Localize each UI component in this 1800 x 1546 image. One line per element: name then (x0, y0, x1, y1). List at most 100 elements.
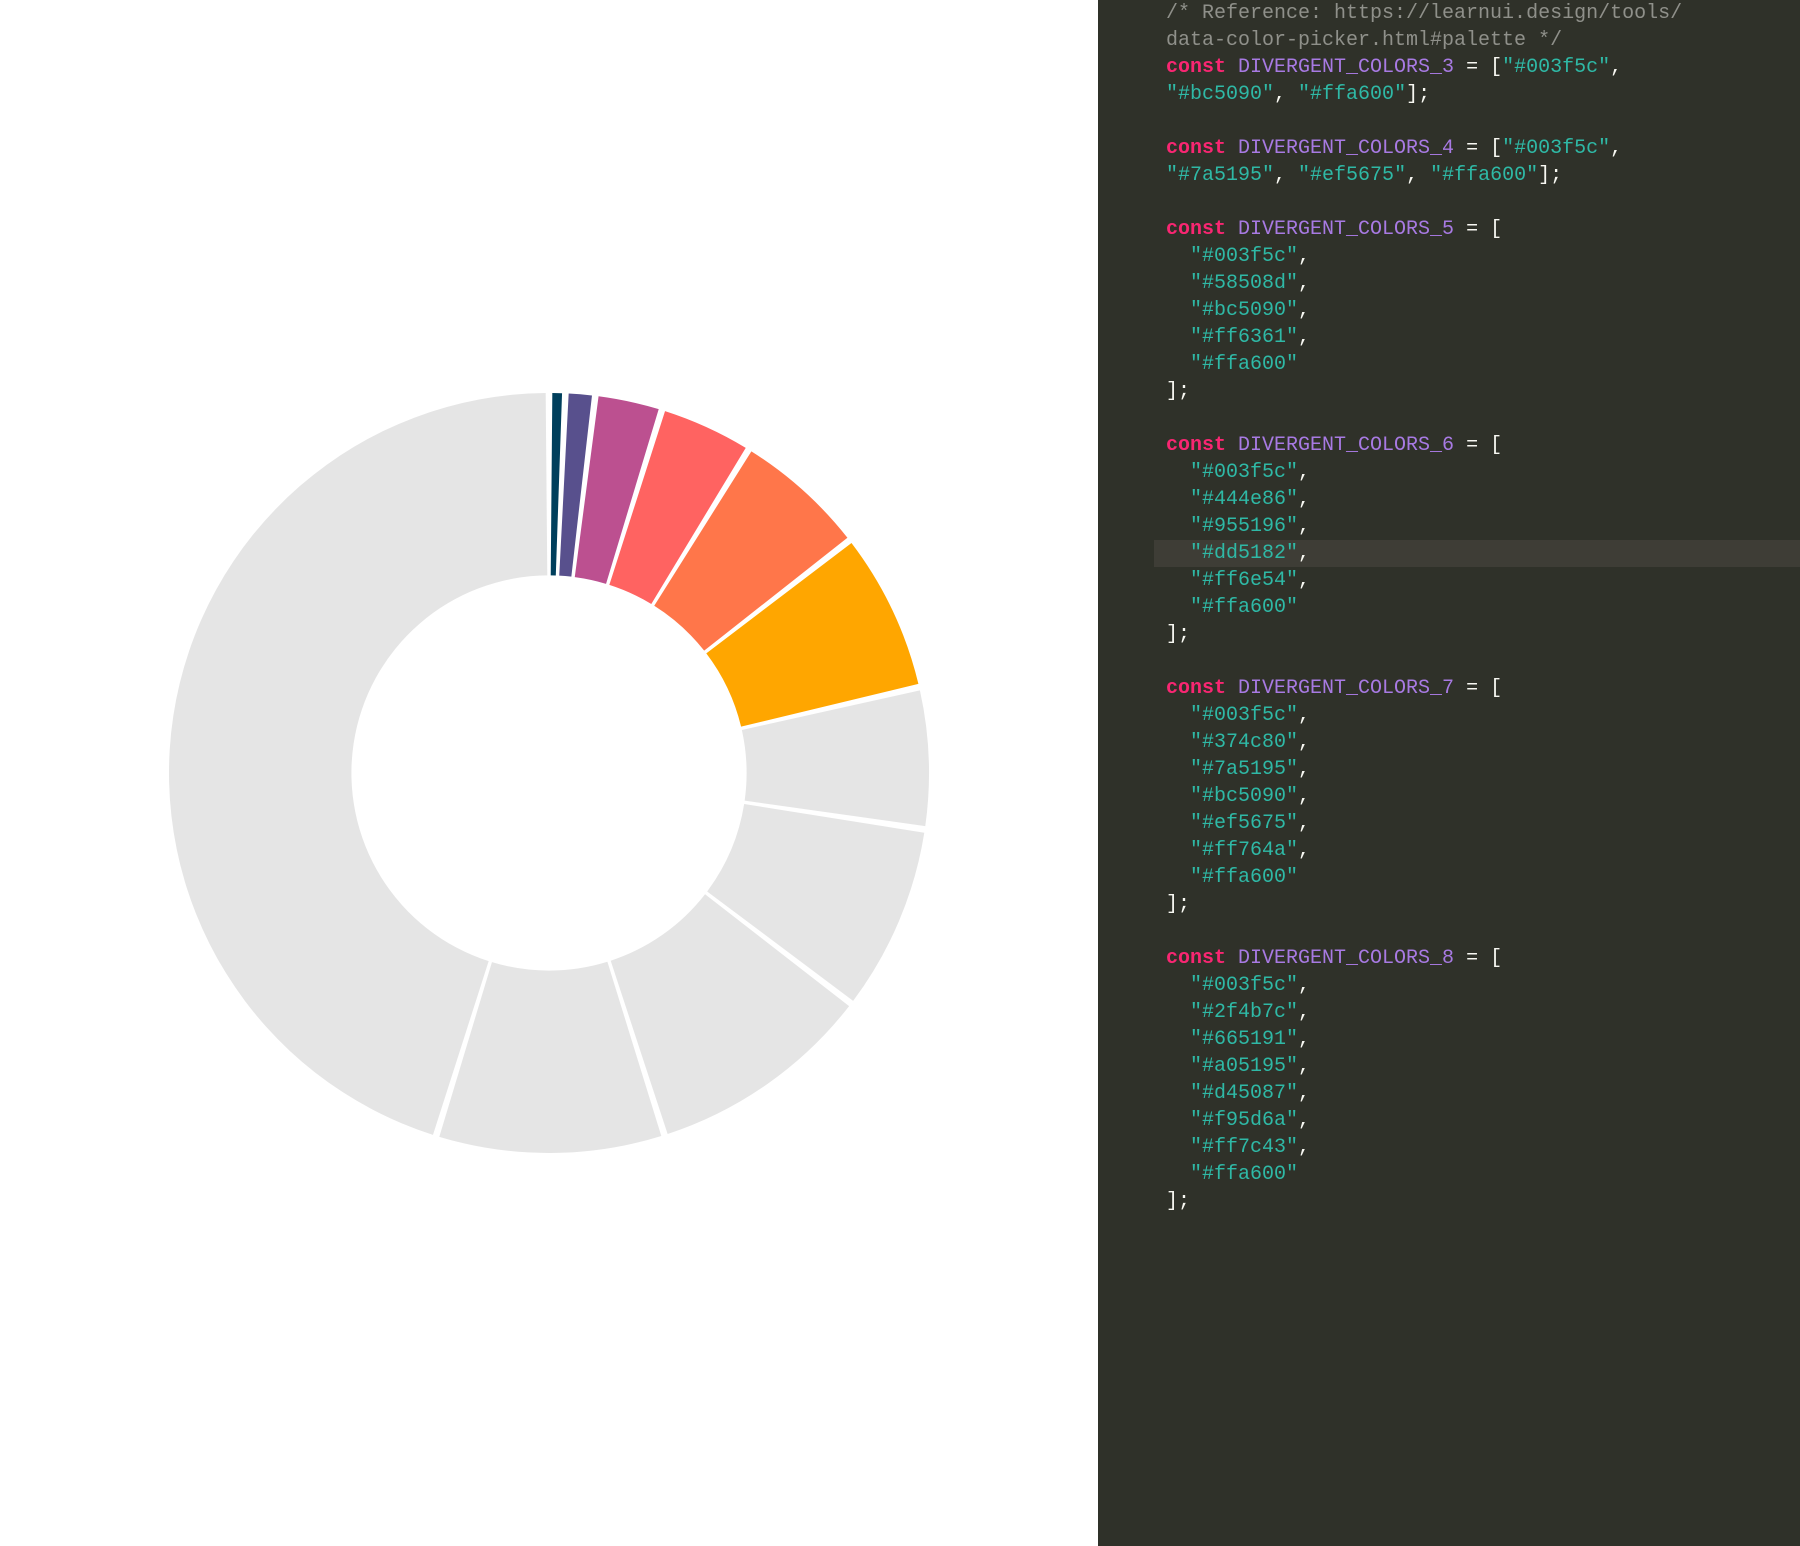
token-punct (1166, 596, 1190, 619)
code-line[interactable]: 41 "#ffa600" (1098, 1161, 1800, 1188)
code-line[interactable]: 3 (1098, 108, 1800, 135)
code-line[interactable]: 15 "#003f5c", (1098, 459, 1800, 486)
code-content[interactable]: const DIVERGENT_COLORS_7 = [ (1154, 675, 1502, 702)
code-content[interactable]: const DIVERGENT_COLORS_6 = [ (1154, 432, 1502, 459)
code-content[interactable] (1154, 108, 1166, 135)
code-line[interactable]: 20 "#ffa600" (1098, 594, 1800, 621)
code-line[interactable]: 37 "#a05195", (1098, 1053, 1800, 1080)
code-content[interactable]: "#ef5675", (1154, 810, 1310, 837)
code-line[interactable]: 8 "#58508d", (1098, 270, 1800, 297)
code-content[interactable]: "#955196", (1154, 513, 1310, 540)
code-content[interactable]: "#bc5090", (1154, 297, 1310, 324)
token-punct: ]; (1166, 380, 1190, 403)
code-line[interactable]: 19 "#ff6e54", (1098, 567, 1800, 594)
code-line[interactable]: 9 "#bc5090", (1098, 297, 1800, 324)
code-content[interactable]: "#58508d", (1154, 270, 1310, 297)
code-content[interactable] (1154, 918, 1166, 945)
code-content[interactable]: ]; (1154, 378, 1190, 405)
code-content[interactable]: /* Reference: https://learnui.design/too… (1154, 0, 1682, 27)
code-content[interactable]: "#ff7c43", (1154, 1134, 1310, 1161)
code-line[interactable]: 13 (1098, 405, 1800, 432)
code-content[interactable]: "#ffa600" (1154, 864, 1298, 891)
editor-body[interactable]: 1/* Reference: https://learnui.design/to… (1098, 0, 1800, 1215)
code-editor-pane[interactable]: 1/* Reference: https://learnui.design/to… (1098, 0, 1800, 1546)
code-content[interactable]: "#003f5c", (1154, 702, 1310, 729)
token-punct: , (1298, 1055, 1310, 1078)
code-line[interactable]: 40 "#ff7c43", (1098, 1134, 1800, 1161)
code-line[interactable]: 6const DIVERGENT_COLORS_5 = [ (1098, 216, 1800, 243)
code-line[interactable]: 7 "#003f5c", (1098, 243, 1800, 270)
code-content[interactable] (1154, 405, 1166, 432)
code-line[interactable]: 23const DIVERGENT_COLORS_7 = [ (1098, 675, 1800, 702)
code-line[interactable]: 36 "#665191", (1098, 1026, 1800, 1053)
code-content[interactable]: "#7a5195", (1154, 756, 1310, 783)
code-line[interactable]: 32 (1098, 918, 1800, 945)
code-content[interactable]: "#ff764a", (1154, 837, 1310, 864)
code-line[interactable]: 31]; (1098, 891, 1800, 918)
code-line[interactable]: 2const DIVERGENT_COLORS_3 = ["#003f5c", (1098, 54, 1800, 81)
code-line[interactable]: data-color-picker.html#palette */ (1098, 27, 1800, 54)
token-punct: , (1298, 758, 1310, 781)
code-line[interactable]: 16 "#444e86", (1098, 486, 1800, 513)
code-content[interactable]: const DIVERGENT_COLORS_8 = [ (1154, 945, 1502, 972)
token-string: "#665191" (1190, 1028, 1298, 1051)
code-content[interactable]: ]; (1154, 891, 1190, 918)
code-line[interactable]: 25 "#374c80", (1098, 729, 1800, 756)
code-line[interactable]: 28 "#ef5675", (1098, 810, 1800, 837)
code-line[interactable]: "#7a5195", "#ef5675", "#ffa600"]; (1098, 162, 1800, 189)
code-line[interactable]: 35 "#2f4b7c", (1098, 999, 1800, 1026)
code-content[interactable]: const DIVERGENT_COLORS_3 = ["#003f5c", (1154, 54, 1634, 81)
code-line[interactable]: 39 "#f95d6a", (1098, 1107, 1800, 1134)
code-content[interactable]: "#2f4b7c", (1154, 999, 1310, 1026)
code-content[interactable]: const DIVERGENT_COLORS_4 = ["#003f5c", (1154, 135, 1634, 162)
token-punct (1166, 1163, 1190, 1186)
code-line[interactable]: 10 "#ff6361", (1098, 324, 1800, 351)
code-content[interactable]: "#ff6361", (1154, 324, 1310, 351)
code-content[interactable]: ]; (1154, 621, 1190, 648)
code-content[interactable]: "#444e86", (1154, 486, 1310, 513)
code-content[interactable]: "#7a5195", "#ef5675", "#ffa600"]; (1154, 162, 1562, 189)
code-content[interactable]: "#003f5c", (1154, 243, 1310, 270)
code-line[interactable]: 12]; (1098, 378, 1800, 405)
code-content[interactable]: "#f95d6a", (1154, 1107, 1310, 1134)
code-line[interactable]: 42]; (1098, 1188, 1800, 1215)
token-string: "#955196" (1190, 515, 1298, 538)
code-line[interactable]: 34 "#003f5c", (1098, 972, 1800, 999)
code-line[interactable]: 27 "#bc5090", (1098, 783, 1800, 810)
code-content[interactable]: const DIVERGENT_COLORS_5 = [ (1154, 216, 1502, 243)
code-content[interactable] (1154, 648, 1166, 675)
code-content[interactable]: "#ff6e54", (1154, 567, 1310, 594)
code-line[interactable]: 1/* Reference: https://learnui.design/to… (1098, 0, 1800, 27)
code-content[interactable]: "#ffa600" (1154, 594, 1298, 621)
code-content[interactable]: "#003f5c", (1154, 972, 1310, 999)
code-line[interactable]: "#bc5090", "#ffa600"]; (1098, 81, 1800, 108)
code-line[interactable]: 11 "#ffa600" (1098, 351, 1800, 378)
code-content[interactable]: data-color-picker.html#palette */ (1154, 27, 1562, 54)
code-content[interactable] (1154, 189, 1166, 216)
code-line[interactable]: 33const DIVERGENT_COLORS_8 = [ (1098, 945, 1800, 972)
code-content[interactable]: "#374c80", (1154, 729, 1310, 756)
token-punct: ]; (1166, 1190, 1190, 1213)
code-content[interactable]: "#bc5090", (1154, 783, 1310, 810)
code-line[interactable]: 17 "#955196", (1098, 513, 1800, 540)
code-line[interactable]: 24 "#003f5c", (1098, 702, 1800, 729)
code-line[interactable]: 22 (1098, 648, 1800, 675)
code-line[interactable]: 29 "#ff764a", (1098, 837, 1800, 864)
code-content[interactable]: "#665191", (1154, 1026, 1310, 1053)
code-line[interactable]: 14const DIVERGENT_COLORS_6 = [ (1098, 432, 1800, 459)
code-line[interactable]: 26 "#7a5195", (1098, 756, 1800, 783)
code-line[interactable]: 18 "#dd5182", (1098, 540, 1800, 567)
code-line[interactable]: 5 (1098, 189, 1800, 216)
code-content[interactable]: "#a05195", (1154, 1053, 1310, 1080)
code-content[interactable]: "#d45087", (1154, 1080, 1310, 1107)
code-content[interactable]: "#ffa600" (1154, 1161, 1298, 1188)
code-content[interactable]: "#003f5c", (1154, 459, 1310, 486)
code-line[interactable]: 38 "#d45087", (1098, 1080, 1800, 1107)
code-content[interactable]: "#bc5090", "#ffa600"]; (1154, 81, 1430, 108)
code-content[interactable]: ]; (1154, 1188, 1190, 1215)
code-content[interactable]: "#dd5182", (1154, 540, 1310, 567)
code-line[interactable]: 4const DIVERGENT_COLORS_4 = ["#003f5c", (1098, 135, 1800, 162)
code-line[interactable]: 30 "#ffa600" (1098, 864, 1800, 891)
code-line[interactable]: 21]; (1098, 621, 1800, 648)
code-content[interactable]: "#ffa600" (1154, 351, 1298, 378)
